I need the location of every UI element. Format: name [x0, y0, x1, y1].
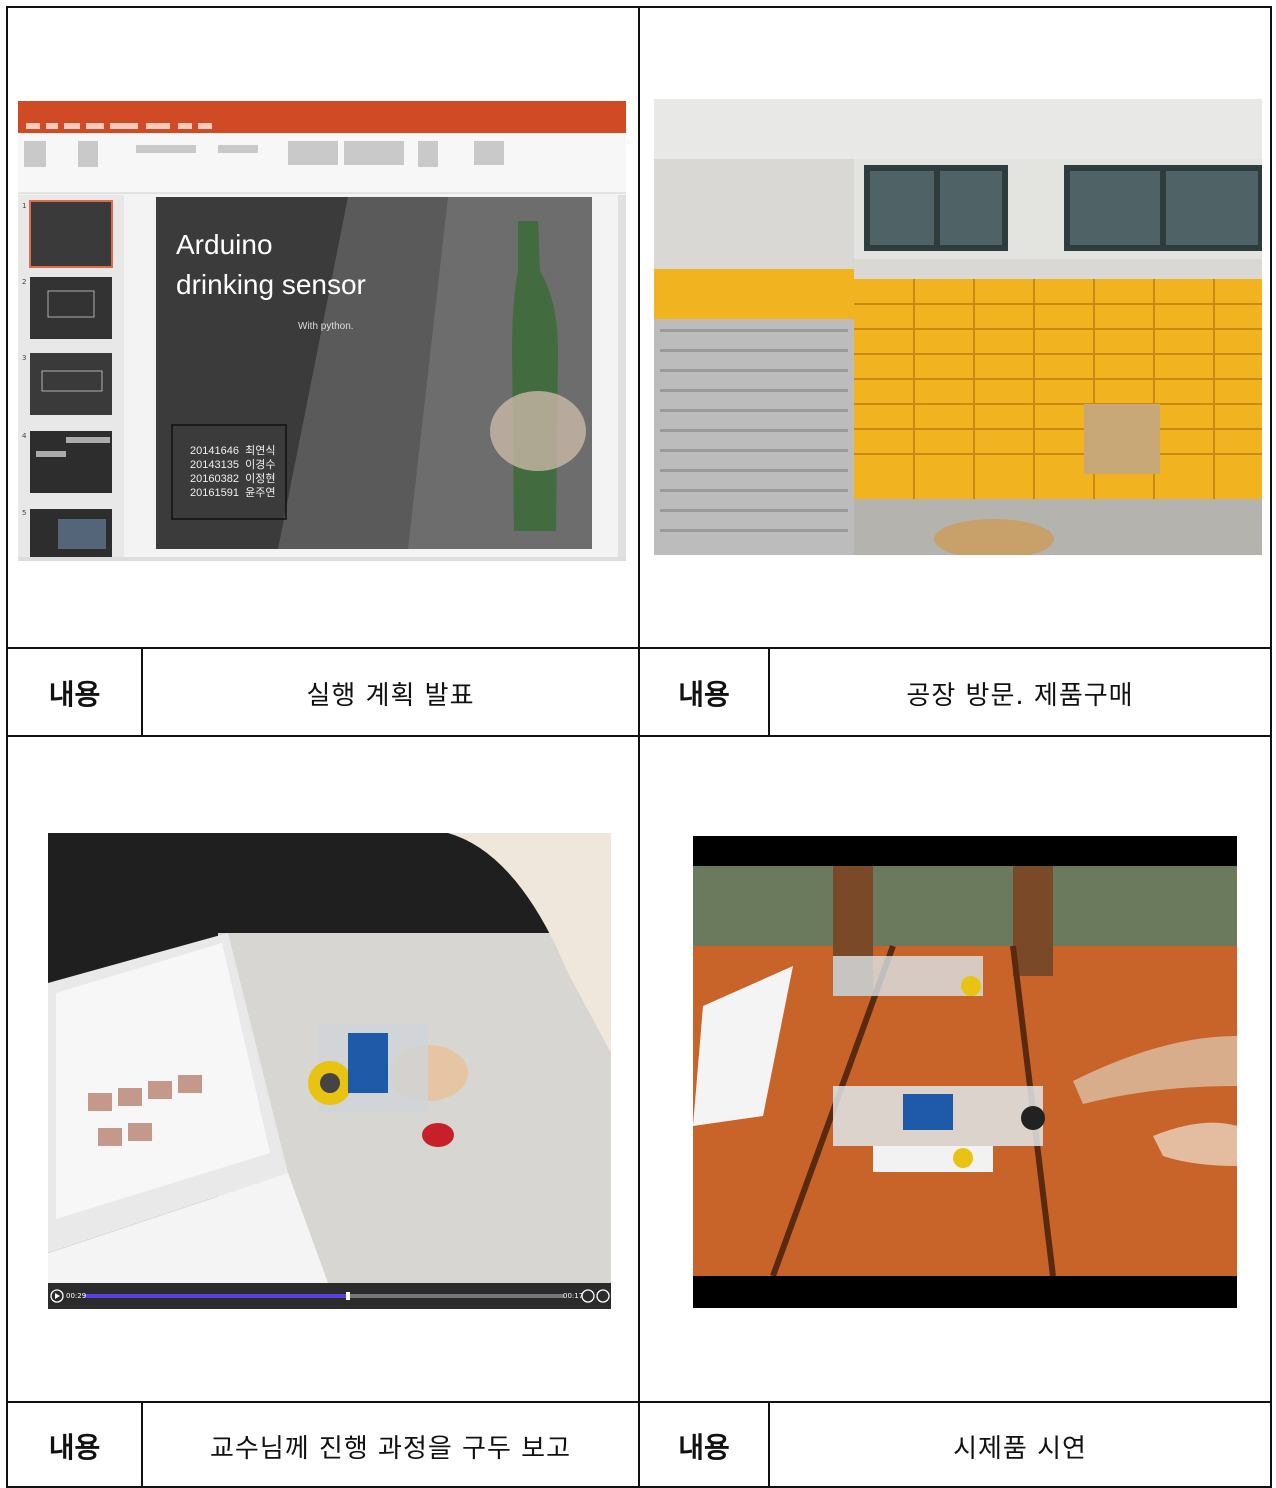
thumb-number-1: 1 [22, 202, 26, 210]
prototype-demo-photo [693, 836, 1237, 1308]
video-remaining-time: 00:17 [563, 1292, 584, 1300]
row2-left-label: 내용 [48, 1431, 101, 1464]
row-divider-3 [6, 1401, 1272, 1403]
factory-photo [654, 99, 1262, 555]
row1-right-label: 내용 [678, 678, 730, 711]
slide-subtitle: With python. [298, 321, 354, 332]
row1-right-content: 공장 방문. 제품구매 [906, 681, 1134, 711]
member-row: 20161591 윤주연 [190, 487, 276, 499]
row2-left-content: 교수님께 진행 과정을 구두 보고 [209, 1434, 572, 1464]
member-list: 20141646 최연식 20143135 이경수 20160382 이정현 2… [190, 444, 275, 500]
video-progress-fill [84, 1294, 348, 1298]
member-row: 20160382 이정현 [190, 473, 276, 485]
slide-title-line1: Arduino [176, 229, 273, 260]
thumb-number-2: 2 [22, 278, 26, 286]
row2-right-content: 시제품 시연 [953, 1434, 1087, 1464]
thumb-number-3: 3 [22, 354, 26, 362]
thumb-number-4: 4 [22, 432, 27, 440]
thumb-number-5: 5 [22, 509, 26, 517]
video-progress-knob[interactable] [346, 1292, 350, 1300]
row1-left-content: 실행 계획 발표 [306, 681, 475, 711]
member-row: 20143135 이경수 [190, 459, 276, 471]
member-row: 20141646 최연식 [190, 445, 276, 457]
row1-left-label: 내용 [48, 678, 101, 711]
video-screenshot: 00:29 00:17 [48, 833, 611, 1309]
slide-title-line2: drinking sensor [176, 269, 366, 300]
column-divider [638, 6, 640, 1488]
powerpoint-screenshot: 1 2 3 4 5 Arduino drinking sensor With p… [18, 101, 626, 561]
video-elapsed-time: 00:29 [66, 1292, 87, 1300]
row-divider-2 [6, 735, 1272, 737]
row-divider-1 [6, 647, 1272, 649]
row2-right-label: 내용 [678, 1431, 730, 1464]
